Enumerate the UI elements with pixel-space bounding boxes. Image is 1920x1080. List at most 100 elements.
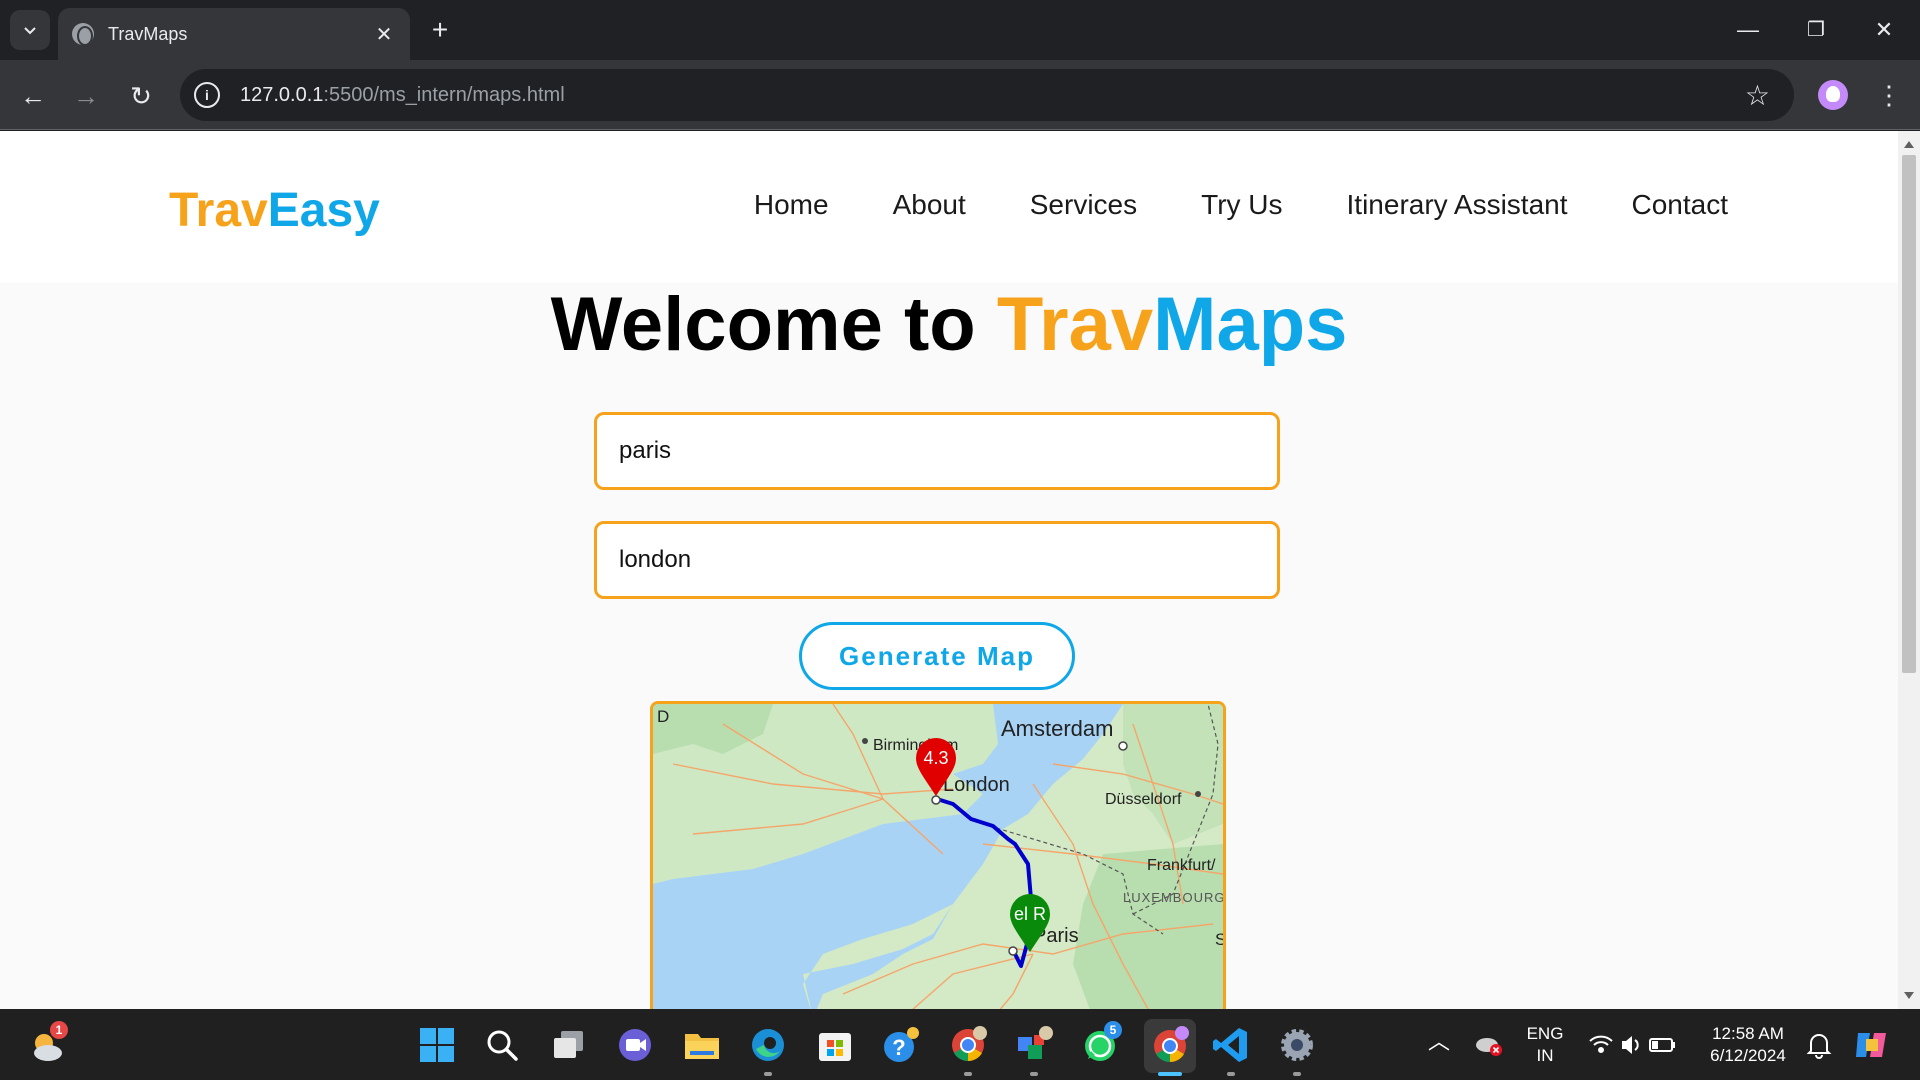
url-host: 127.0.0.1: [240, 83, 324, 106]
help-icon: ?: [884, 1027, 919, 1062]
tab-search-button[interactable]: [10, 10, 50, 50]
page-viewport: TravEasy Home About Services Try Us Itin…: [0, 131, 1898, 1009]
taskbar-store[interactable]: [815, 1025, 855, 1065]
map-label-amsterdam: Amsterdam: [1001, 716, 1113, 741]
nav-home[interactable]: Home: [754, 189, 829, 221]
windows-taskbar: 1 ? 5 ︿ ENG IN 12:58 AM 6/12/2024: [0, 1009, 1920, 1080]
language-code: ENG: [1526, 1024, 1564, 1043]
close-window-button[interactable]: ✕: [1864, 14, 1904, 46]
origin-marker-label: el R: [1014, 904, 1046, 924]
destination-marker-label: 4.3: [923, 748, 948, 768]
site-info-icon[interactable]: i: [194, 82, 220, 108]
tray-overflow-chevron-icon[interactable]: ︿: [1428, 1031, 1450, 1053]
edge-running-indicator: [764, 1072, 772, 1076]
clock[interactable]: 12:58 AM 6/12/2024: [1700, 1023, 1796, 1067]
quick-settings[interactable]: [1588, 1031, 1678, 1059]
clock-date: 6/12/2024: [1710, 1046, 1786, 1065]
browser-tab-strip: TravMaps ✕ + — ❐ ✕: [0, 0, 1920, 60]
chrome-icon: [1154, 1026, 1189, 1063]
logo-part1: Trav: [169, 184, 268, 237]
generate-map-button[interactable]: Generate Map: [799, 622, 1075, 690]
minimize-button[interactable]: —: [1728, 14, 1768, 46]
store-icon: [819, 1033, 851, 1061]
map-label-london: London: [943, 774, 1010, 796]
region-code: IN: [1536, 1046, 1554, 1065]
weather-widget[interactable]: 1: [28, 1021, 68, 1067]
new-tab-button[interactable]: +: [424, 14, 456, 46]
map-label-frankfurt: Frankfurt/: [1147, 857, 1216, 874]
onedrive-status[interactable]: [1474, 1031, 1504, 1059]
site-logo[interactable]: TravEasy: [169, 183, 380, 238]
workspace-icon: [1018, 1026, 1053, 1059]
paris-dot: [1008, 946, 1018, 956]
nav-contact[interactable]: Contact: [1632, 189, 1729, 221]
task-view-button[interactable]: [549, 1025, 589, 1065]
battery-icon: [1649, 1038, 1675, 1052]
weather-badge: 1: [50, 1021, 68, 1039]
svg-text:?: ?: [892, 1035, 905, 1060]
origin-input[interactable]: [594, 412, 1280, 490]
page-scrollbar[interactable]: [1898, 131, 1920, 1009]
taskbar-get-help[interactable]: ?: [881, 1025, 921, 1065]
taskbar-vscode[interactable]: [1211, 1025, 1251, 1065]
workspace-running-indicator: [1030, 1072, 1038, 1076]
taskbar-meet-app[interactable]: [615, 1025, 655, 1065]
nav-itinerary-assistant[interactable]: Itinerary Assistant: [1347, 189, 1568, 221]
taskbar-search-button[interactable]: [482, 1025, 522, 1065]
profile-avatar[interactable]: [1818, 80, 1848, 110]
address-bar[interactable]: i 127.0.0.1:5500/ms_intern/maps.html ☆: [180, 69, 1794, 121]
nav-services[interactable]: Services: [1030, 189, 1137, 221]
destination-input[interactable]: [594, 521, 1280, 599]
scroll-down-arrow-icon[interactable]: [1904, 992, 1914, 999]
site-header: TravEasy Home About Services Try Us Itin…: [0, 131, 1898, 283]
chrome-2-active-indicator: [1158, 1072, 1182, 1076]
whatsapp-badge: 5: [1104, 1021, 1122, 1039]
chrome-1-running-indicator: [964, 1072, 972, 1076]
restore-button[interactable]: ❐: [1796, 14, 1836, 46]
taskbar-whatsapp[interactable]: 5: [1080, 1021, 1122, 1065]
url-path: :5500/ms_intern/maps.html: [323, 83, 565, 106]
chevron-down-icon: [24, 27, 36, 35]
reload-button[interactable]: ↻: [123, 78, 159, 114]
language-indicator[interactable]: ENG IN: [1520, 1023, 1570, 1067]
page-title: Welcome to TravMaps: [0, 281, 1898, 368]
edge-browser-icon: [752, 1029, 784, 1061]
tab-title: TravMaps: [108, 23, 188, 44]
notifications-button[interactable]: [1806, 1031, 1832, 1059]
video-chat-icon: [619, 1029, 651, 1061]
taskbar-settings[interactable]: [1277, 1025, 1317, 1065]
bookmark-star-icon[interactable]: ☆: [1745, 79, 1770, 112]
route-map[interactable]: D Amsterdam Birmingham London Düsseldorf…: [650, 701, 1226, 1009]
scroll-thumb[interactable]: [1902, 155, 1916, 673]
taskbar-edge[interactable]: [748, 1025, 788, 1065]
logo-part2: Easy: [267, 184, 380, 237]
nav-about[interactable]: About: [893, 189, 966, 221]
volume-icon: [1622, 1036, 1639, 1054]
windows-logo-icon: [420, 1028, 454, 1062]
gear-icon: [1281, 1029, 1313, 1061]
vscode-running-indicator: [1227, 1072, 1235, 1076]
browser-menu-icon[interactable]: ⋮: [1876, 78, 1902, 112]
scroll-up-arrow-icon[interactable]: [1904, 141, 1914, 148]
taskbar-chrome-profile-2[interactable]: [1144, 1019, 1196, 1073]
bell-icon: [1806, 1034, 1832, 1059]
taskbar-chrome-profile-1[interactable]: [948, 1025, 988, 1065]
wifi-icon: [1589, 1035, 1613, 1053]
amsterdam-dot: [1118, 741, 1128, 751]
dusseldorf-dot: [1195, 791, 1201, 797]
forward-button[interactable]: →: [68, 78, 104, 114]
start-button[interactable]: [417, 1025, 457, 1065]
back-button[interactable]: ←: [15, 78, 51, 114]
tab-close-icon[interactable]: ✕: [372, 22, 396, 47]
taskbar-file-explorer[interactable]: [682, 1025, 722, 1065]
browser-tab[interactable]: TravMaps ✕: [58, 8, 410, 60]
vscode-icon: [1213, 1028, 1247, 1062]
map-label-edge-s: S: [1215, 930, 1223, 949]
task-view-icon: [554, 1031, 583, 1058]
clock-time: 12:58 AM: [1712, 1024, 1784, 1043]
taskbar-workspace-app[interactable]: [1014, 1025, 1054, 1065]
copilot-button[interactable]: [1852, 1025, 1892, 1065]
hero-part1: Trav: [996, 282, 1154, 367]
folder-icon: [685, 1034, 719, 1059]
nav-try-us[interactable]: Try Us: [1201, 189, 1282, 221]
